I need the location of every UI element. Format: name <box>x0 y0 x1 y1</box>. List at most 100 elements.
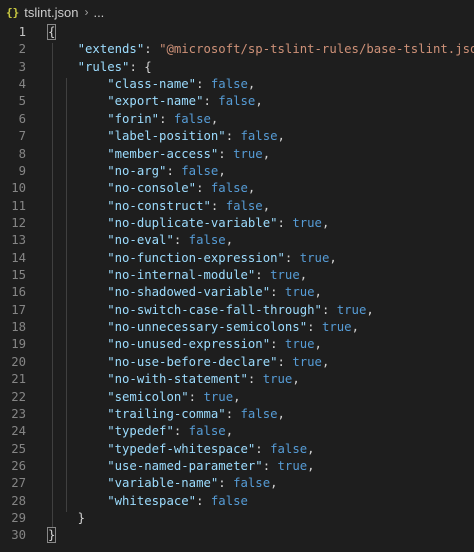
rule-name: "no-duplicate-variable" <box>48 215 278 230</box>
line-number: 16 <box>11 285 26 300</box>
line-number: 10 <box>11 181 26 196</box>
punctuation: : <box>218 146 234 161</box>
line-code[interactable]: "no-shadowed-variable": true, <box>48 284 322 301</box>
line-code[interactable]: "no-unused-expression": true, <box>48 336 322 353</box>
punctuation: : <box>196 493 211 508</box>
line-number: 28 <box>11 493 26 508</box>
code-line[interactable]: 19 "no-unused-expression": true, <box>0 336 474 353</box>
line-code[interactable]: "member-access": true, <box>48 146 270 163</box>
line-number: 30 <box>11 528 26 543</box>
line-code[interactable]: "no-use-before-declare": true, <box>48 354 329 371</box>
rule-value: false <box>270 441 308 456</box>
line-code[interactable]: "no-eval": false, <box>48 232 233 249</box>
code-line[interactable]: 11 "no-construct": false, <box>0 198 474 215</box>
punctuation: , <box>321 354 330 369</box>
punctuation: : <box>247 372 263 387</box>
rule-value: false <box>210 181 248 196</box>
rule-value: true <box>321 320 352 335</box>
punctuation: : <box>255 268 271 283</box>
line-code[interactable]: { <box>46 24 57 41</box>
line-code[interactable]: "variable-name": false, <box>48 475 277 492</box>
line-code[interactable]: "class-name": false, <box>48 76 255 93</box>
line-code[interactable]: "trailing-comma": false, <box>48 406 285 423</box>
punctuation: , <box>233 389 241 404</box>
line-code[interactable]: "no-with-statement": true, <box>48 371 300 388</box>
code-line[interactable]: 22 "semicolon": true, <box>0 389 474 406</box>
line-code[interactable]: "no-function-expression": true, <box>48 250 337 267</box>
punctuation: : <box>196 77 211 92</box>
punctuation: , <box>277 129 285 144</box>
punctuation: , <box>307 458 315 473</box>
line-code[interactable]: "typedef-whitespace": false, <box>48 441 314 458</box>
code-line[interactable]: 24 "typedef": false, <box>0 423 474 440</box>
code-line[interactable]: 10 "no-console": false, <box>0 180 474 197</box>
code-line[interactable]: 18 "no-unnecessary-semicolons": true, <box>0 319 474 336</box>
punctuation: : <box>277 215 293 230</box>
code-line[interactable]: 12 "no-duplicate-variable": true, <box>0 215 474 232</box>
line-code[interactable]: "whitespace": false <box>48 493 248 510</box>
punctuation: : <box>277 354 293 369</box>
code-line[interactable]: 15 "no-internal-module": true, <box>0 267 474 284</box>
line-code[interactable]: } <box>46 527 57 544</box>
punctuation: , <box>277 406 285 421</box>
code-line[interactable]: 9 "no-arg": false, <box>0 163 474 180</box>
line-number: 1 <box>18 25 26 39</box>
rule-name: "forin" <box>48 111 160 126</box>
code-line[interactable]: 4 "class-name": false, <box>0 76 474 93</box>
code-line[interactable]: 17 "no-switch-case-fall-through": true, <box>0 302 474 319</box>
code-line[interactable]: 27 "variable-name": false, <box>0 475 474 492</box>
rule-name: "whitespace" <box>48 493 197 508</box>
line-code[interactable]: "forin": false, <box>48 111 218 128</box>
line-code[interactable]: "semicolon": true, <box>48 389 241 406</box>
line-code[interactable]: "use-named-parameter": true, <box>48 458 315 475</box>
line-code[interactable]: "no-arg": false, <box>48 163 226 180</box>
code-line[interactable]: 28 "whitespace": false <box>0 493 474 510</box>
breadcrumb-file-name[interactable]: tslint.json <box>24 5 78 20</box>
punctuation: , <box>321 215 330 230</box>
rule-value: true <box>233 146 263 161</box>
code-line[interactable]: 5 "export-name": false, <box>0 93 474 110</box>
code-editor[interactable]: 1{2 "extends": "@microsoft/sp-tslint-rul… <box>0 24 474 552</box>
code-line[interactable]: 3 "rules": { <box>0 59 474 76</box>
line-code[interactable]: "no-internal-module": true, <box>48 267 307 284</box>
rule-value: true <box>299 250 330 265</box>
code-line[interactable]: 6 "forin": false, <box>0 111 474 128</box>
line-code[interactable]: "no-switch-case-fall-through": true, <box>48 302 374 319</box>
rule-name: "no-switch-case-fall-through" <box>48 302 322 317</box>
line-code[interactable]: "typedef": false, <box>48 423 233 440</box>
line-code[interactable]: "no-duplicate-variable": true, <box>48 215 329 232</box>
code-line[interactable]: 30} <box>0 527 474 544</box>
json-key: "rules" <box>48 59 130 74</box>
code-line[interactable]: 16 "no-shadowed-variable": true, <box>0 284 474 301</box>
code-line[interactable]: 8 "member-access": true, <box>0 146 474 163</box>
line-code[interactable]: "label-position": false, <box>48 128 285 145</box>
code-line[interactable]: 23 "trailing-comma": false, <box>0 406 474 423</box>
code-line[interactable]: 29 } <box>0 510 474 527</box>
close-brace: } <box>48 511 86 526</box>
punctuation: , <box>292 372 300 387</box>
code-line[interactable]: 7 "label-position": false, <box>0 128 474 145</box>
line-code[interactable]: "export-name": false, <box>48 93 263 110</box>
punctuation: , <box>247 181 256 196</box>
line-code[interactable]: "no-unnecessary-semicolons": true, <box>48 319 359 336</box>
code-line[interactable]: 20 "no-use-before-declare": true, <box>0 354 474 371</box>
code-line[interactable]: 21 "no-with-statement": true, <box>0 371 474 388</box>
line-code[interactable]: "extends": "@microsoft/sp-tslint-rules/b… <box>48 41 474 58</box>
line-number: 21 <box>11 372 26 387</box>
punctuation: : { <box>129 59 152 74</box>
code-line[interactable]: 25 "typedef-whitespace": false, <box>0 441 474 458</box>
rule-value: false <box>181 163 219 178</box>
code-line[interactable]: 14 "no-function-expression": true, <box>0 250 474 267</box>
code-line[interactable]: 26 "use-named-parameter": true, <box>0 458 474 475</box>
line-code[interactable]: "no-console": false, <box>48 180 255 197</box>
code-line[interactable]: 2 "extends": "@microsoft/sp-tslint-rules… <box>0 41 474 58</box>
line-code[interactable]: "no-construct": false, <box>48 198 270 215</box>
rule-name: "typedef-whitespace" <box>48 441 256 456</box>
rule-name: "typedef" <box>48 424 174 439</box>
line-code[interactable]: "rules": { <box>48 59 152 76</box>
line-code[interactable]: } <box>48 510 85 527</box>
code-line[interactable]: 1{ <box>0 24 474 41</box>
breadcrumb-ellipsis[interactable]: ... <box>93 5 104 20</box>
code-line[interactable]: 13 "no-eval": false, <box>0 232 474 249</box>
line-number: 6 <box>18 111 26 126</box>
